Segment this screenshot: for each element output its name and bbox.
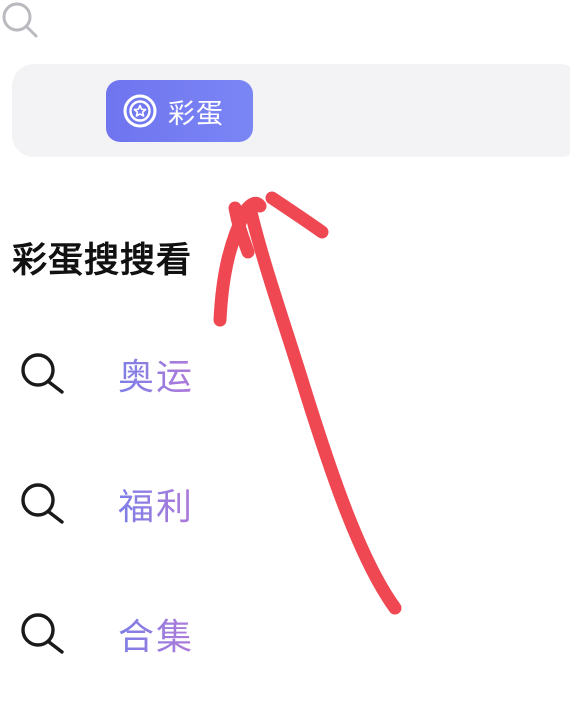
search-icon [21, 353, 64, 394]
search-icon [21, 483, 64, 524]
search-bar[interactable] [12, 64, 570, 157]
egg-badge-icon [123, 94, 157, 128]
search-chip-caidan[interactable]: 彩蛋 [106, 80, 253, 142]
search-icon [2, 2, 38, 38]
suggestion-label: 合集 [118, 608, 194, 660]
search-icon [21, 613, 64, 654]
search-chip-label: 彩蛋 [168, 98, 224, 130]
suggestion-item-heji[interactable]: 合集 [18, 602, 318, 662]
suggestion-label: 奥运 [118, 348, 194, 400]
suggestion-label: 福利 [118, 478, 194, 530]
suggestion-item-fuli[interactable]: 福利 [18, 472, 318, 532]
section-title: 彩蛋搜搜看 [12, 241, 193, 281]
suggestion-item-aoyun[interactable]: 奥运 [18, 342, 318, 402]
